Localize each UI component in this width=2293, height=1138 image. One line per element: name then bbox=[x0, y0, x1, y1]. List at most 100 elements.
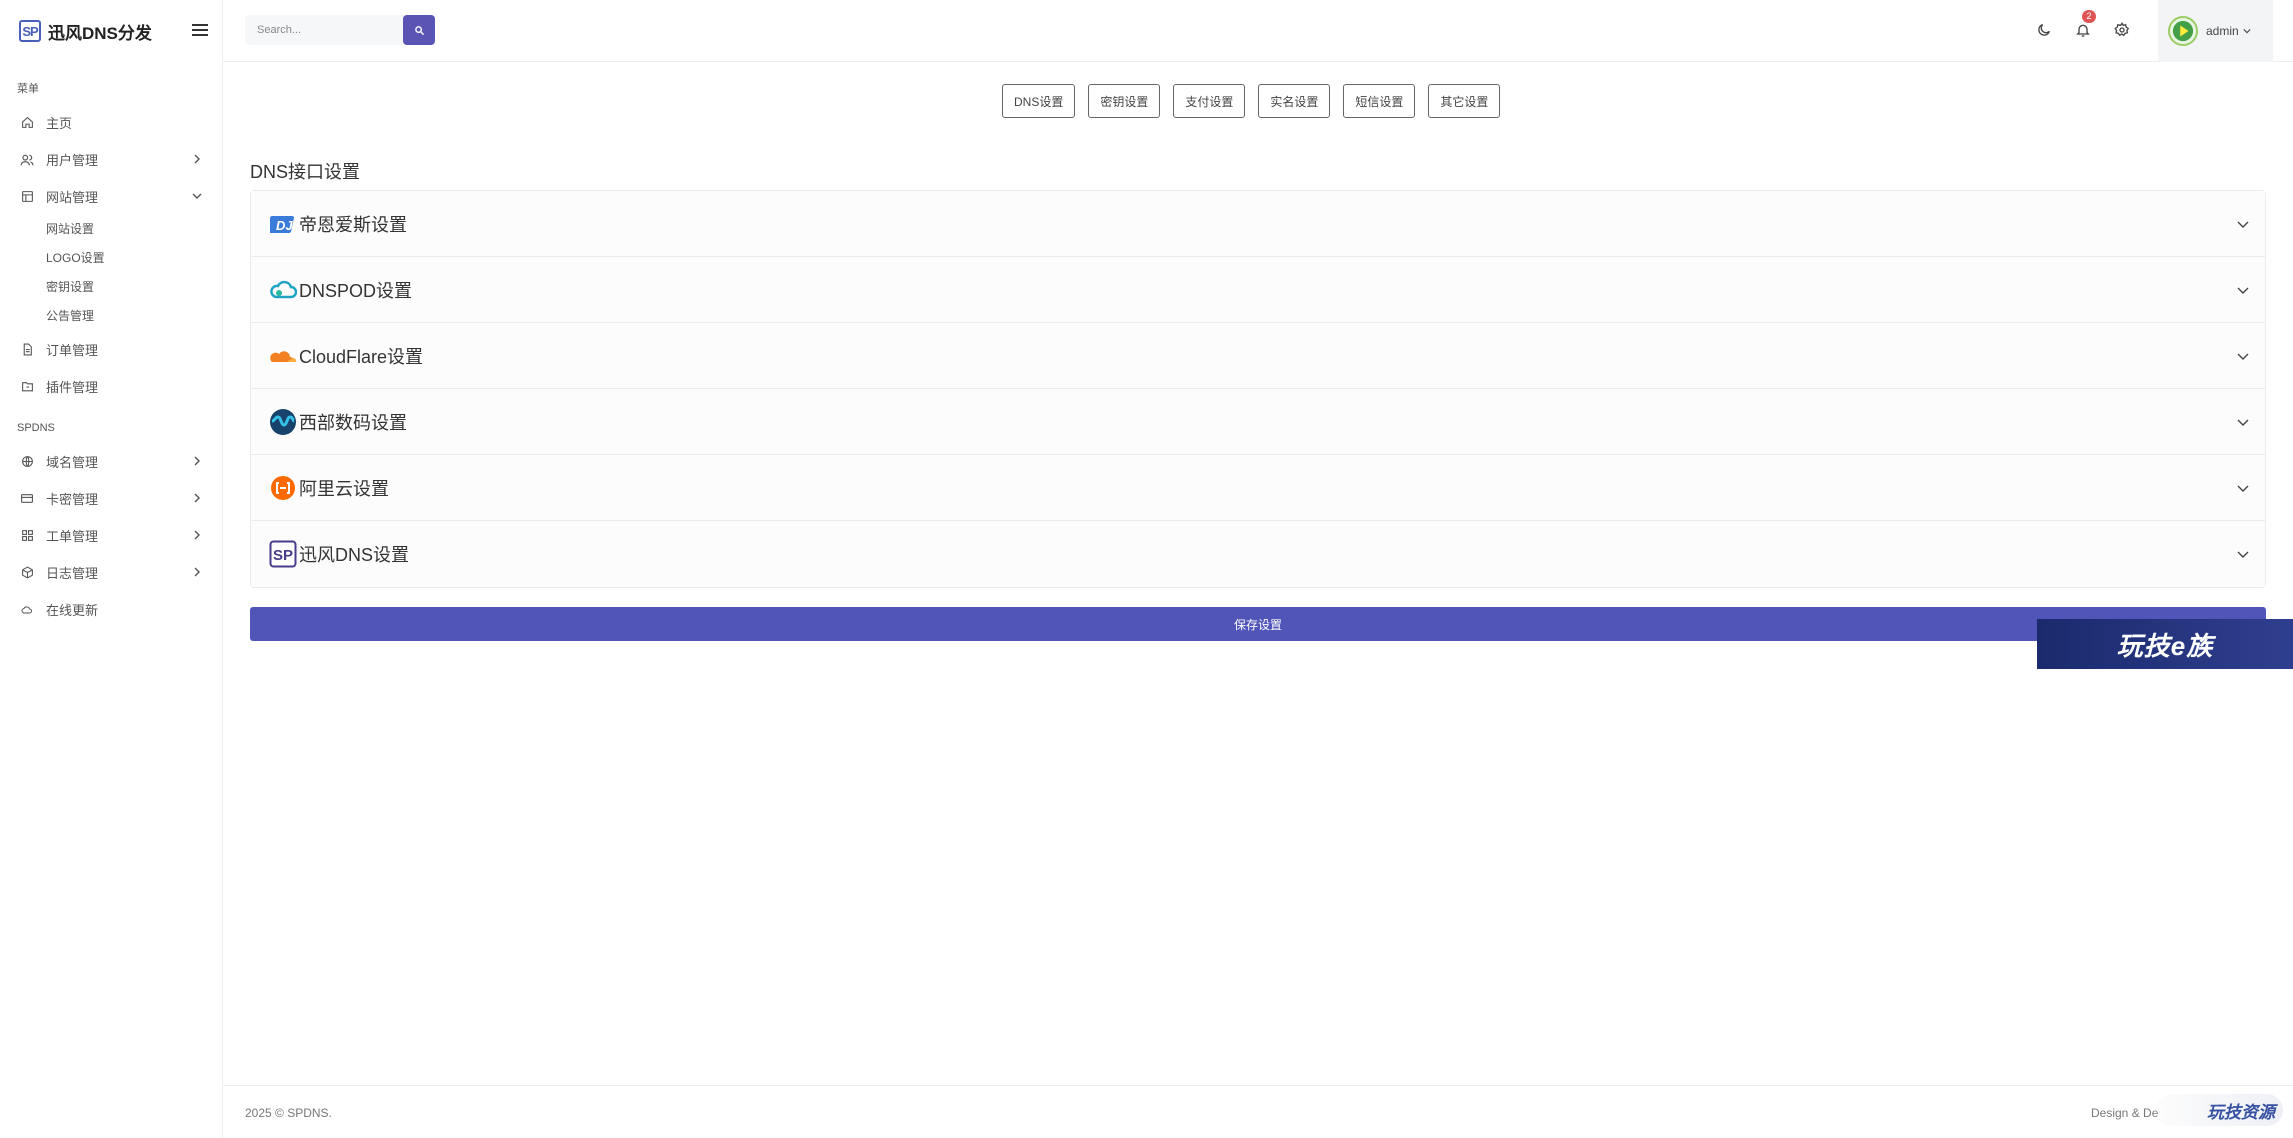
sidebar-item-label: 网站管理 bbox=[46, 190, 99, 205]
footer-watermark-badge: 玩技资源 bbox=[2156, 1094, 2283, 1126]
chevron-down-icon bbox=[2237, 551, 2249, 558]
accordion-item-cloudflare[interactable]: CloudFlare设置 bbox=[251, 323, 2265, 389]
sidebar-item-label: 订单管理 bbox=[46, 343, 99, 358]
sidebar-item-label: 在线更新 bbox=[46, 603, 99, 618]
chevron-right-icon bbox=[194, 567, 200, 577]
sidebar-item-update[interactable]: 在线更新 bbox=[0, 591, 222, 628]
menu-section-title: 菜单 bbox=[17, 83, 39, 95]
accordion-label: 帝恩爱斯设置 bbox=[299, 214, 407, 235]
accordion-label: 阿里云设置 bbox=[299, 478, 389, 499]
sidebar: SP 迅风DNS分发 菜单 主页 用户管理 网站管理 网站设置 LOGO设置 密… bbox=[0, 0, 223, 1138]
bell-icon bbox=[2076, 24, 2090, 37]
grid-icon bbox=[20, 529, 34, 543]
tab-other-settings[interactable]: 其它设置 bbox=[1428, 84, 1501, 118]
dns-logo-icon: DJ bbox=[269, 210, 297, 238]
sidebar-item-plugins[interactable]: 插件管理 bbox=[0, 368, 222, 405]
accordion-item-dnspod[interactable]: DNSPOD设置 bbox=[251, 257, 2265, 323]
watermark-banner: 玩技e族 bbox=[2037, 619, 2293, 669]
settings-button[interactable] bbox=[2112, 20, 2132, 40]
footer-copyright: 2025 © SPDNS. bbox=[245, 1106, 332, 1120]
accordion-label: DNSPOD设置 bbox=[299, 280, 413, 301]
accordion-label: 迅风DNS设置 bbox=[299, 545, 410, 565]
accordion-label: 西部数码设置 bbox=[299, 412, 407, 433]
save-settings-button[interactable]: 保存设置 bbox=[250, 607, 2266, 641]
chevron-down-icon bbox=[2237, 353, 2249, 360]
accordion-item-spdns[interactable]: SP 迅风DNS设置 bbox=[251, 521, 2265, 587]
spdns-logo-icon: SP bbox=[269, 540, 297, 568]
chevron-down-icon bbox=[2237, 419, 2249, 426]
cloud-icon bbox=[20, 603, 34, 617]
box-icon bbox=[20, 566, 34, 580]
user-menu[interactable]: admin bbox=[2158, 0, 2273, 62]
menu-section-title-spdns: SPDNS bbox=[17, 422, 55, 434]
chevron-down-icon bbox=[2237, 221, 2249, 228]
card-icon bbox=[20, 492, 34, 506]
sidebar-item-label: 日志管理 bbox=[46, 566, 99, 581]
moon-icon bbox=[2038, 24, 2050, 36]
sidebar-item-label: 插件管理 bbox=[46, 380, 99, 395]
sidebar-item-domains[interactable]: 域名管理 bbox=[0, 443, 222, 480]
sidebar-item-label: 工单管理 bbox=[46, 529, 99, 544]
chevron-down-icon bbox=[192, 193, 202, 199]
search-input[interactable] bbox=[245, 15, 375, 45]
search-icon bbox=[414, 25, 424, 35]
tab-dns-settings[interactable]: DNS设置 bbox=[1002, 84, 1076, 118]
accordion-item-dns[interactable]: DJ 帝恩爱斯设置 bbox=[251, 191, 2265, 257]
dnspod-logo-icon bbox=[269, 276, 297, 304]
sidebar-subitem-announcements[interactable]: 公告管理 bbox=[0, 302, 222, 331]
settings-tabs: DNS设置 密钥设置 支付设置 实名设置 短信设置 其它设置 bbox=[1002, 84, 1513, 118]
sidebar-item-label: 域名管理 bbox=[46, 455, 99, 470]
sidebar-item-website[interactable]: 网站管理 bbox=[0, 178, 222, 215]
accordion-item-westcn[interactable]: 西部数码设置 bbox=[251, 389, 2265, 455]
accordion-label: CloudFlare设置 bbox=[299, 346, 424, 367]
notifications-button[interactable]: 2 bbox=[2073, 10, 2096, 40]
search-box bbox=[245, 15, 425, 45]
chevron-right-icon bbox=[194, 530, 200, 540]
sidebar-item-orders[interactable]: 订单管理 bbox=[0, 331, 222, 368]
sidebar-item-label: 主页 bbox=[46, 116, 73, 131]
topbar: 2 admin bbox=[223, 0, 2293, 62]
chevron-right-icon bbox=[194, 493, 200, 503]
dark-mode-toggle[interactable] bbox=[2034, 20, 2054, 40]
tab-key-settings[interactable]: 密钥设置 bbox=[1088, 84, 1161, 118]
sidebar-item-home[interactable]: 主页 bbox=[0, 104, 222, 141]
sidebar-item-users[interactable]: 用户管理 bbox=[0, 141, 222, 178]
tab-realname-settings[interactable]: 实名设置 bbox=[1258, 84, 1331, 118]
tab-sms-settings[interactable]: 短信设置 bbox=[1343, 84, 1416, 118]
svg-text:SP: SP bbox=[273, 547, 293, 564]
chevron-down-icon bbox=[2243, 28, 2251, 34]
layout-icon bbox=[20, 190, 34, 204]
brand[interactable]: SP 迅风DNS分发 bbox=[0, 0, 222, 62]
footer-credit: Design & De bbox=[2091, 1106, 2159, 1120]
sidebar-item-tickets[interactable]: 工单管理 bbox=[0, 517, 222, 554]
main-content: DNS设置 密钥设置 支付设置 实名设置 短信设置 其它设置 DNS接口设置 D… bbox=[223, 62, 2293, 1082]
folder-icon bbox=[20, 380, 34, 394]
avatar bbox=[2168, 16, 2198, 46]
search-button[interactable] bbox=[403, 15, 435, 45]
aliyun-logo-icon bbox=[269, 474, 297, 502]
sidebar-item-label: 卡密管理 bbox=[46, 492, 99, 507]
chevron-down-icon bbox=[2237, 287, 2249, 294]
gear-icon bbox=[2114, 22, 2130, 37]
tab-payment-settings[interactable]: 支付设置 bbox=[1173, 84, 1246, 118]
sidebar-item-logs[interactable]: 日志管理 bbox=[0, 554, 222, 591]
cloudflare-logo-icon bbox=[269, 342, 297, 370]
sidebar-subitem-key-settings[interactable]: 密钥设置 bbox=[0, 273, 222, 302]
user-name: admin bbox=[2206, 24, 2239, 38]
chevron-right-icon bbox=[194, 456, 200, 466]
menu-toggle-icon[interactable] bbox=[192, 22, 208, 38]
brand-name: 迅风DNS分发 bbox=[48, 23, 152, 43]
chevron-right-icon bbox=[194, 154, 200, 164]
globe-icon bbox=[20, 455, 34, 469]
sidebar-subitem-logo-settings[interactable]: LOGO设置 bbox=[0, 244, 222, 273]
sidebar-item-cards[interactable]: 卡密管理 bbox=[0, 480, 222, 517]
users-icon bbox=[20, 153, 34, 167]
footer: 2025 © SPDNS. Design & De 玩技资源 bbox=[223, 1085, 2293, 1138]
westcn-logo-icon bbox=[269, 408, 297, 436]
home-icon bbox=[20, 116, 34, 130]
sidebar-subitem-site-settings[interactable]: 网站设置 bbox=[0, 215, 222, 244]
sidebar-item-label: 用户管理 bbox=[46, 153, 99, 168]
chevron-down-icon bbox=[2237, 485, 2249, 492]
file-icon bbox=[20, 343, 34, 357]
accordion-item-aliyun[interactable]: 阿里云设置 bbox=[251, 455, 2265, 521]
